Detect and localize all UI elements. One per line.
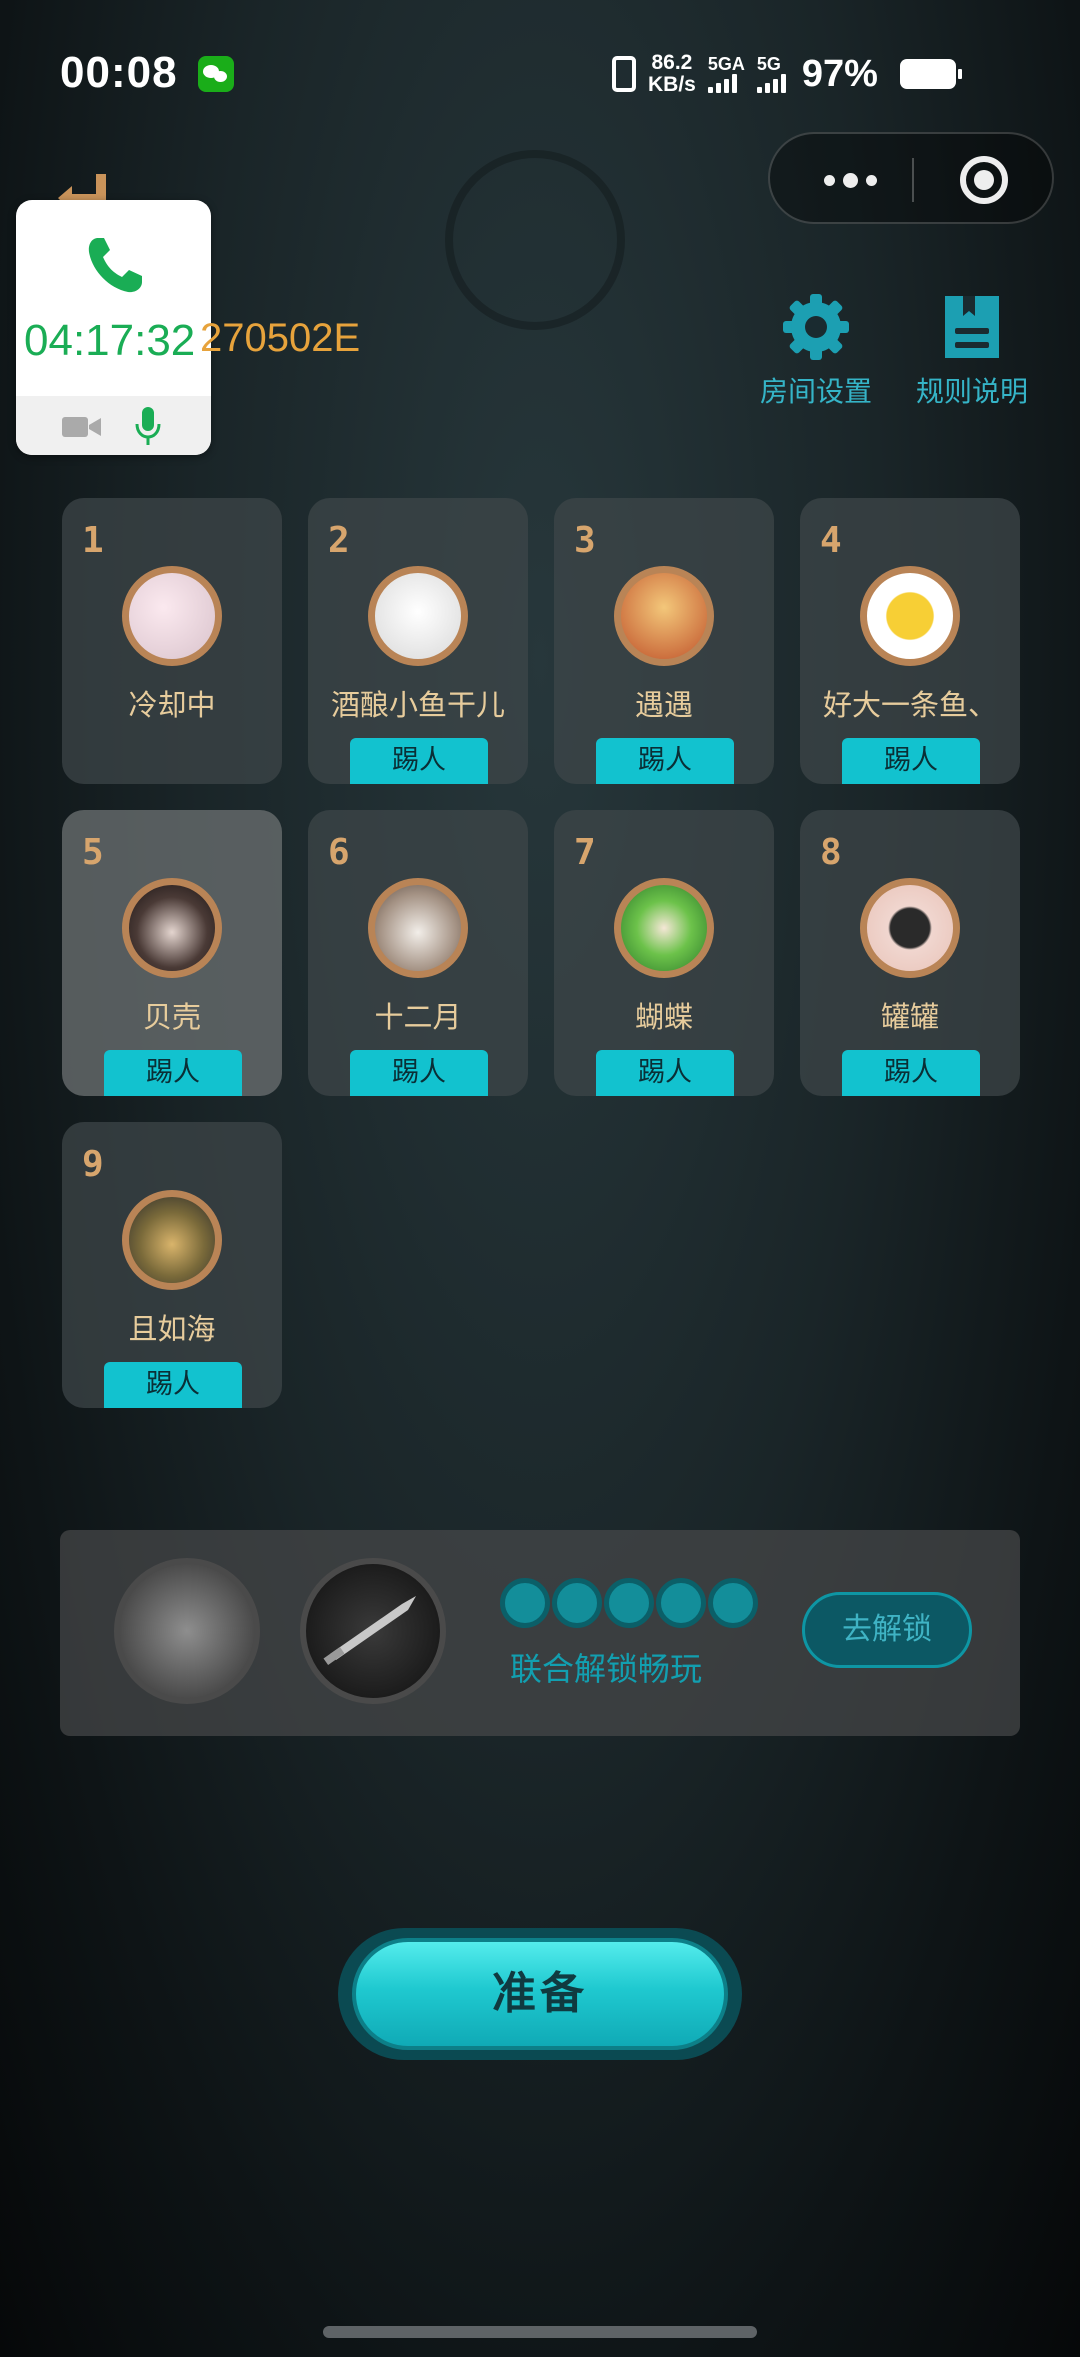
miniprogram-capsule (768, 132, 1054, 224)
avatar (368, 878, 468, 978)
phone-icon (88, 238, 142, 293)
seat-nickname: 罐罐 (880, 1000, 939, 1034)
avatar (122, 878, 222, 978)
wechat-notification-icon (198, 56, 234, 92)
seat-number: 5 (82, 832, 104, 873)
seat-nickname: 贝壳 (142, 1000, 201, 1034)
battery-icon (899, 59, 962, 89)
seat-number: 7 (574, 832, 596, 873)
seat-nickname: 且如海 (128, 1312, 216, 1346)
sim1-label: 5GA (707, 54, 745, 74)
seat-4[interactable]: 4 好大一条鱼、 踢人 (800, 498, 1020, 784)
kick-button[interactable]: 踢人 (104, 1050, 242, 1096)
seat-nickname: 遇遇 (634, 688, 693, 722)
microphone-icon[interactable] (134, 406, 162, 446)
progress-dot (500, 1578, 550, 1628)
seat-nickname: 冷却中 (128, 688, 216, 722)
seat-nickname: 酒酿小鱼干儿 (330, 688, 505, 722)
dagger-icon (323, 1596, 416, 1666)
more-icon[interactable] (810, 162, 890, 198)
kick-button[interactable]: 踢人 (596, 1050, 734, 1096)
seat-nickname: 十二月 (374, 1000, 462, 1034)
goddess-badge-icon (114, 1558, 260, 1704)
capsule-divider (912, 158, 914, 202)
vibrate-icon (612, 56, 636, 92)
kick-button[interactable]: 踢人 (350, 1050, 488, 1096)
seat-1[interactable]: 1 冷却中 (62, 498, 282, 784)
video-camera-icon[interactable] (61, 414, 103, 440)
seat-2[interactable]: 2 酒酿小鱼干儿 踢人 (308, 498, 528, 784)
rules-book-icon (945, 296, 999, 358)
dagger-badge-icon (300, 1558, 446, 1704)
seat-nickname: 蝴蝶 (634, 1000, 693, 1034)
gear-icon (783, 294, 849, 360)
joint-unlock-panel: 联合解锁畅玩 去解锁 (60, 1530, 1020, 1736)
rules-button[interactable]: 规则说明 (908, 290, 1036, 410)
unlock-progress-dots (500, 1578, 758, 1628)
seat-number: 2 (328, 520, 350, 561)
voice-call-floating-window[interactable]: 04:17:32 (16, 200, 211, 455)
avatar (860, 566, 960, 666)
ready-button[interactable]: 准备 (352, 1938, 728, 2050)
status-indicators: 86.2 KB/s 5GA 5G 97% (612, 52, 962, 96)
avatar (614, 566, 714, 666)
seat-number: 8 (820, 832, 842, 873)
seat-6[interactable]: 6 十二月 踢人 (308, 810, 528, 1096)
avatar (122, 566, 222, 666)
kick-button[interactable]: 踢人 (104, 1362, 242, 1408)
room-settings-button[interactable]: 房间设置 (752, 290, 880, 410)
go-unlock-button[interactable]: 去解锁 (802, 1592, 972, 1668)
room-id: 270502E (200, 316, 361, 360)
seat-number: 1 (82, 520, 104, 561)
call-controls (16, 396, 211, 455)
status-time: 00:08 (60, 48, 178, 97)
kick-button[interactable]: 踢人 (842, 738, 980, 784)
seat-number: 9 (82, 1144, 104, 1185)
progress-dot (708, 1578, 758, 1628)
home-indicator[interactable] (323, 2326, 757, 2338)
ready-button-frame: 准备 (338, 1928, 742, 2060)
seat-number: 4 (820, 520, 842, 561)
rules-label: 规则说明 (915, 375, 1028, 408)
progress-dot (552, 1578, 602, 1628)
kick-button[interactable]: 踢人 (842, 1050, 980, 1096)
avatar (860, 878, 960, 978)
avatar (614, 878, 714, 978)
call-timer: 04:17:32 (24, 316, 196, 365)
progress-dot (604, 1578, 654, 1628)
network-speed-unit: KB/s (648, 73, 696, 96)
seat-nickname: 好大一条鱼、 (822, 688, 997, 722)
close-miniprogram-icon[interactable] (960, 156, 1008, 204)
sim1-signal: 5GA (707, 54, 745, 93)
kick-button[interactable]: 踢人 (350, 738, 488, 784)
network-speed: 86.2 KB/s (648, 52, 696, 96)
avatar (122, 1190, 222, 1290)
room-settings-label: 房间设置 (759, 375, 872, 408)
sim2-label: 5G (756, 54, 781, 74)
seat-5[interactable]: 5 贝壳 踢人 (62, 810, 282, 1096)
door-emblem (445, 150, 625, 330)
seat-7[interactable]: 7 蝴蝶 踢人 (554, 810, 774, 1096)
progress-dot (656, 1578, 706, 1628)
unlock-caption: 联合解锁畅玩 (510, 1650, 703, 1688)
avatar (368, 566, 468, 666)
seat-8[interactable]: 8 罐罐 踢人 (800, 810, 1020, 1096)
sim2-signal: 5G (756, 54, 786, 93)
seat-3[interactable]: 3 遇遇 踢人 (554, 498, 774, 784)
network-speed-value: 86.2 (651, 51, 693, 74)
signal-icon (756, 73, 786, 93)
kick-button[interactable]: 踢人 (596, 738, 734, 784)
battery-percent: 97% (801, 52, 878, 95)
seat-number: 3 (574, 520, 596, 561)
signal-icon (707, 73, 737, 93)
seat-9[interactable]: 9 且如海 踢人 (62, 1122, 282, 1408)
seat-number: 6 (328, 832, 350, 873)
